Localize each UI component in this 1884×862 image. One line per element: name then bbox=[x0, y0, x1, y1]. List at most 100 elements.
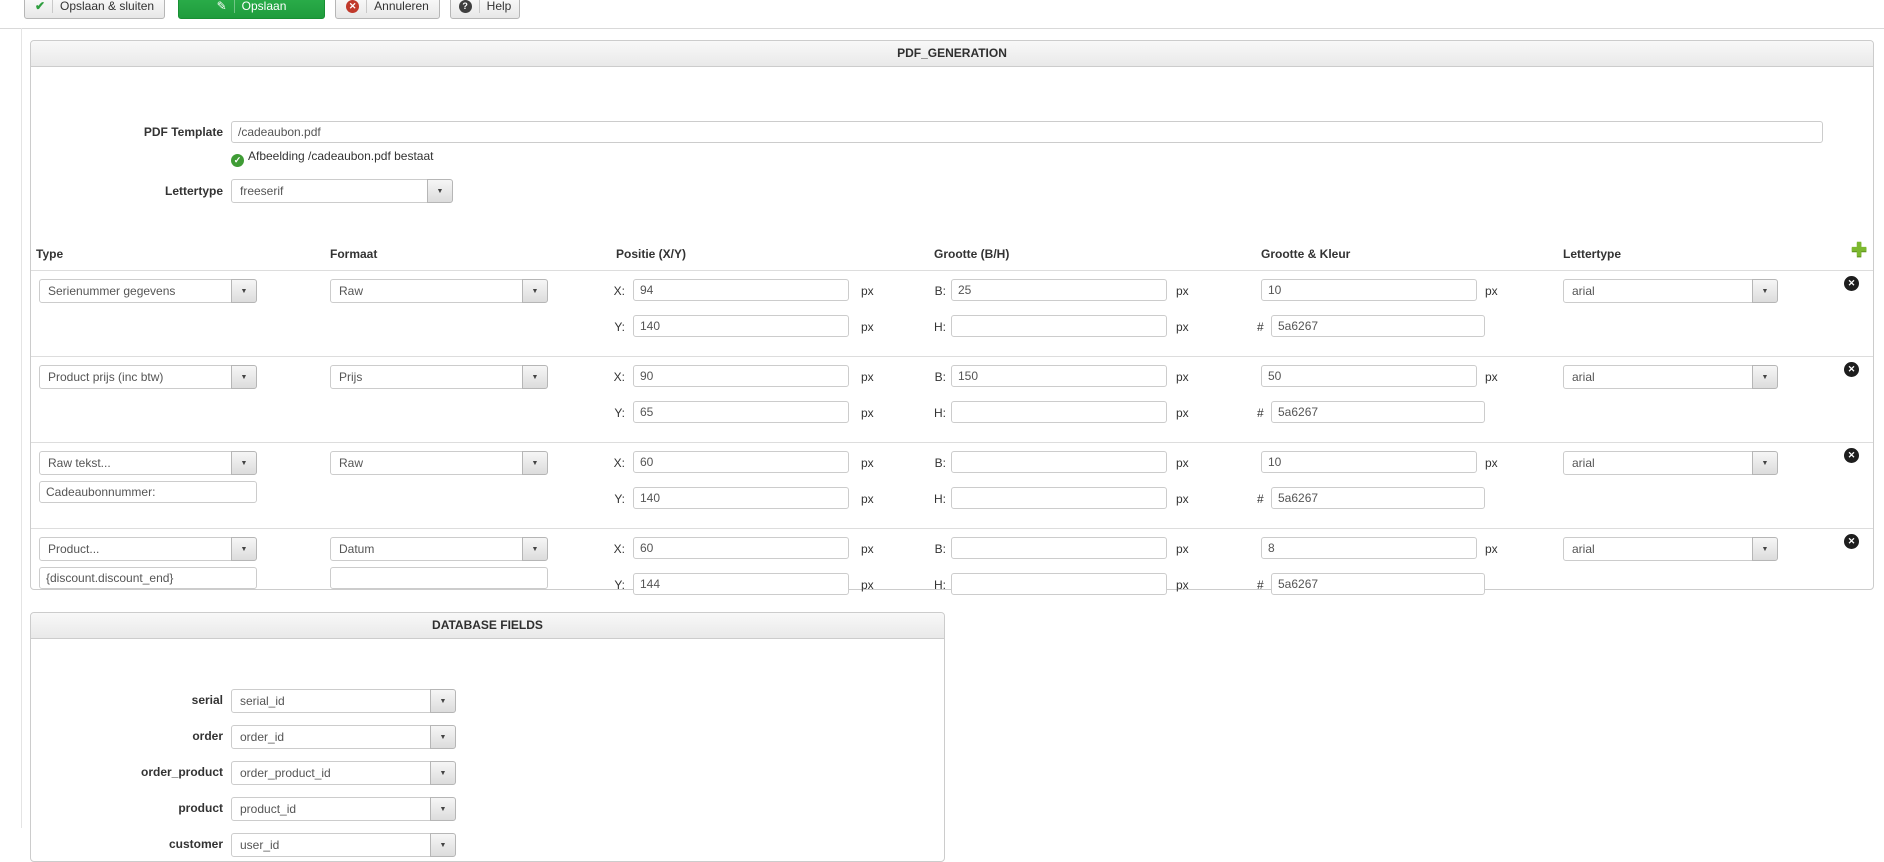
row-type-select[interactable]: Product... ▼ bbox=[39, 537, 257, 561]
pdf-template-label: PDF Template bbox=[143, 125, 223, 139]
help-button[interactable]: ? Help bbox=[450, 0, 520, 19]
row-formaat-select[interactable]: Raw ▼ bbox=[330, 279, 548, 303]
help-icon: ? bbox=[458, 0, 480, 13]
serial-select[interactable]: serial_id ▼ bbox=[231, 689, 456, 713]
lettertype-select[interactable]: freeserif ▼ bbox=[231, 179, 453, 203]
chevron-down-icon: ▼ bbox=[522, 451, 548, 475]
page-left-divider bbox=[21, 28, 22, 828]
x-label: X: bbox=[613, 284, 625, 298]
check-circle-icon: ✓ bbox=[231, 154, 244, 167]
x-input[interactable] bbox=[633, 451, 849, 473]
product-select-value: product_id bbox=[231, 797, 431, 821]
row-type-select[interactable]: Raw tekst... ▼ bbox=[39, 451, 257, 475]
px-label: px bbox=[861, 320, 874, 334]
b-input[interactable] bbox=[951, 537, 1167, 559]
row-font-select[interactable]: arial ▼ bbox=[1563, 537, 1778, 561]
h-label: H: bbox=[934, 492, 946, 506]
px-label: px bbox=[1485, 542, 1498, 556]
x-input[interactable] bbox=[633, 537, 849, 559]
color-input[interactable] bbox=[1271, 487, 1485, 509]
color-input[interactable] bbox=[1271, 401, 1485, 423]
b-input[interactable] bbox=[951, 365, 1167, 387]
row-font-select[interactable]: arial ▼ bbox=[1563, 451, 1778, 475]
row-type-value: Raw tekst... bbox=[39, 451, 232, 475]
column-type: Type bbox=[36, 247, 64, 261]
b-label: B: bbox=[934, 284, 946, 298]
delete-row-icon[interactable]: ✕ bbox=[1844, 276, 1859, 291]
hash-label: # bbox=[1257, 406, 1264, 420]
cancel-icon: ✕ bbox=[346, 0, 368, 13]
color-input[interactable] bbox=[1271, 573, 1485, 595]
x-label: X: bbox=[613, 456, 625, 470]
size-input[interactable] bbox=[1261, 451, 1477, 473]
size-input[interactable] bbox=[1261, 537, 1477, 559]
file-status: ✓ Afbeelding /cadeaubon.pdf bestaat bbox=[231, 149, 433, 167]
delete-row-icon[interactable]: ✕ bbox=[1844, 448, 1859, 463]
h-input[interactable] bbox=[951, 401, 1167, 423]
row-formaat-select[interactable]: Prijs ▼ bbox=[330, 365, 548, 389]
b-label: B: bbox=[934, 456, 946, 470]
type-text-input[interactable] bbox=[39, 481, 257, 503]
delete-row-icon[interactable]: ✕ bbox=[1844, 362, 1859, 377]
row-type-select[interactable]: Product prijs (inc btw) ▼ bbox=[39, 365, 257, 389]
pdf-generation-panel: PDF_GENERATION PDF Template ✓ Afbeelding … bbox=[30, 40, 1874, 595]
customer-select-value: user_id bbox=[231, 833, 431, 857]
add-row-icon[interactable]: ✚ bbox=[1851, 239, 1867, 262]
grid-rows: Serienummer gegevens ▼ Raw ▼ X: px Y: px… bbox=[31, 270, 1873, 614]
x-label: X: bbox=[613, 542, 625, 556]
h-input[interactable] bbox=[951, 573, 1167, 595]
chevron-down-icon: ▼ bbox=[430, 725, 456, 749]
b-input[interactable] bbox=[951, 279, 1167, 301]
row-font-select[interactable]: arial ▼ bbox=[1563, 365, 1778, 389]
customer-select[interactable]: user_id ▼ bbox=[231, 833, 456, 857]
h-input[interactable] bbox=[951, 487, 1167, 509]
chevron-down-icon: ▼ bbox=[231, 537, 257, 561]
row-formaat-select[interactable]: Datum ▼ bbox=[330, 537, 548, 561]
row-formaat-value: Raw bbox=[330, 451, 523, 475]
product-label: product bbox=[178, 801, 223, 815]
lettertype-label: Lettertype bbox=[164, 184, 223, 198]
save-and-close-label: Opslaan & sluiten bbox=[60, 0, 155, 13]
y-input[interactable] bbox=[633, 401, 849, 423]
delete-row-icon[interactable]: ✕ bbox=[1844, 534, 1859, 549]
h-label: H: bbox=[934, 320, 946, 334]
b-input[interactable] bbox=[951, 451, 1167, 473]
px-label: px bbox=[1176, 542, 1189, 556]
px-label: px bbox=[861, 456, 874, 470]
save-and-close-button[interactable]: ✔ Opslaan & sluiten bbox=[24, 0, 165, 19]
row-formaat-select[interactable]: Raw ▼ bbox=[330, 451, 548, 475]
pdf-template-input[interactable] bbox=[231, 121, 1823, 143]
formaat-text-input[interactable] bbox=[330, 567, 548, 589]
order-select[interactable]: order_id ▼ bbox=[231, 725, 456, 749]
y-input[interactable] bbox=[633, 573, 849, 595]
y-label: Y: bbox=[614, 578, 625, 592]
color-input[interactable] bbox=[1271, 315, 1485, 337]
x-input[interactable] bbox=[633, 365, 849, 387]
px-label: px bbox=[861, 284, 874, 298]
chevron-down-icon: ▼ bbox=[1752, 451, 1778, 475]
y-input[interactable] bbox=[633, 487, 849, 509]
row-font-select[interactable]: arial ▼ bbox=[1563, 279, 1778, 303]
h-input[interactable] bbox=[951, 315, 1167, 337]
px-label: px bbox=[1485, 456, 1498, 470]
save-label: Opslaan bbox=[241, 0, 287, 13]
type-text-input[interactable] bbox=[39, 567, 257, 589]
order-product-select[interactable]: order_product_id ▼ bbox=[231, 761, 456, 785]
px-label: px bbox=[861, 578, 874, 592]
size-input[interactable] bbox=[1261, 365, 1477, 387]
row-font-value: arial bbox=[1563, 537, 1753, 561]
serial-label: serial bbox=[191, 693, 223, 707]
table-row: Raw tekst... ▼ Raw ▼ X: px Y: px B: px H… bbox=[31, 442, 1873, 528]
row-type-select[interactable]: Serienummer gegevens ▼ bbox=[39, 279, 257, 303]
size-input[interactable] bbox=[1261, 279, 1477, 301]
pdf-generation-panel-title: PDF_GENERATION bbox=[31, 41, 1873, 67]
y-input[interactable] bbox=[633, 315, 849, 337]
chevron-down-icon: ▼ bbox=[231, 451, 257, 475]
px-label: px bbox=[861, 492, 874, 506]
save-button[interactable]: ✎ Opslaan bbox=[178, 0, 325, 19]
product-select[interactable]: product_id ▼ bbox=[231, 797, 456, 821]
row-formaat-value: Raw bbox=[330, 279, 523, 303]
px-label: px bbox=[1176, 456, 1189, 470]
cancel-button[interactable]: ✕ Annuleren bbox=[335, 0, 440, 19]
x-input[interactable] bbox=[633, 279, 849, 301]
